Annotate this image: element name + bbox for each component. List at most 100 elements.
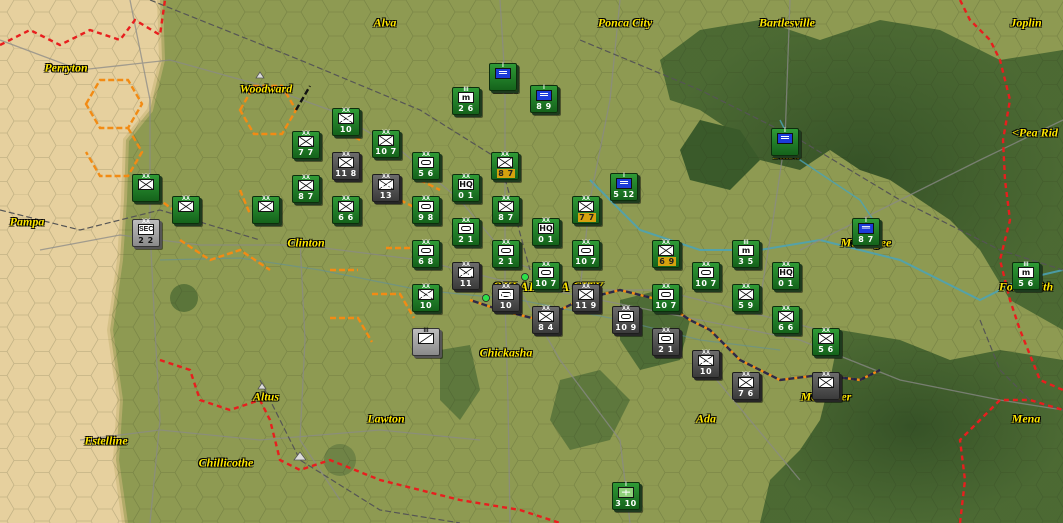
infantry-unit-counter[interactable]: XX xyxy=(132,174,160,202)
armor-unit-icon xyxy=(458,223,474,234)
mechanized-unit-icon: m xyxy=(738,245,754,256)
infantry-unit-counter[interactable]: XX 8 7 xyxy=(492,196,520,224)
infantry-unit-counter[interactable]: XX 6 6 xyxy=(332,196,360,224)
armor-unit-icon xyxy=(418,245,434,256)
infantry-unit-counter[interactable]: XX 8 7 xyxy=(292,175,320,203)
armor-unit-counter[interactable]: XX 5 6 xyxy=(412,152,440,180)
armor-unit-icon xyxy=(498,245,514,256)
unit-strength: 8 7 xyxy=(497,169,515,178)
infantry-unit-counter[interactable]: XX xyxy=(172,196,200,224)
unit-strength: 7 6 xyxy=(738,389,754,398)
infantry-unit-counter[interactable]: XX 8 7 xyxy=(491,152,519,180)
hq-unit-counter[interactable]: XX HQ 0 1 xyxy=(452,174,480,202)
city-label-clinton: Clinton xyxy=(287,235,325,250)
enemy-infantry-unit-counter[interactable]: XX 12 10 xyxy=(692,350,720,378)
unit-strength: 13 10 xyxy=(499,292,513,310)
enemy-infantry-unit-counter[interactable]: XX 14 11 xyxy=(452,262,480,290)
infantry-unit-icon xyxy=(738,377,754,388)
infantry-unit-icon xyxy=(578,201,594,212)
enemy-infantry-unit-counter[interactable]: XX 16 13 xyxy=(372,174,400,202)
enemy-armor-unit-counter[interactable]: XX 10 9 xyxy=(612,306,640,334)
unit-strength: 8 7 xyxy=(858,235,874,244)
infantry-unit-counter[interactable]: XX 6 6 xyxy=(772,306,800,334)
air-unit-counter[interactable]: I xyxy=(489,63,517,91)
infantry-unit-counter[interactable]: XX xyxy=(252,196,280,224)
unit-strength: 8 9 xyxy=(536,102,552,111)
unit-strength: 13 10 xyxy=(419,292,433,310)
unit-strength: 14 11 xyxy=(459,270,473,288)
air-unit-icon xyxy=(495,68,511,79)
infantry-unit-icon xyxy=(138,179,154,190)
enemy-infantry-unit-counter[interactable]: XX 11 8 xyxy=(332,152,360,180)
air-unit-counter[interactable]: I xyxy=(771,128,799,156)
mechanized-unit-counter[interactable]: III m 3 5 xyxy=(732,240,760,268)
unit-strength: 3 10 xyxy=(615,499,637,508)
strategic-map[interactable]: Alva Ponca City Bartlesville Joplin Perr… xyxy=(0,0,1063,523)
city-label-estelline: Estelline xyxy=(84,433,128,448)
armor-unit-icon xyxy=(418,157,434,168)
air-unit-icon xyxy=(616,178,632,189)
unit-strength: 0 1 xyxy=(778,279,794,288)
air-unit-icon xyxy=(777,133,793,144)
city-label-lawton: Lawton xyxy=(367,411,405,426)
unit-strength: 10 7 xyxy=(695,279,717,288)
infantry-unit-counter[interactable]: I8 7 xyxy=(852,218,880,246)
infantry-unit-counter[interactable]: XX 5 9 xyxy=(732,284,760,312)
infantry-unit-icon xyxy=(738,289,754,300)
infantry-unit-icon xyxy=(778,311,794,322)
infantry-unit-icon xyxy=(818,333,834,344)
unit-strength: 12 10 xyxy=(339,116,353,134)
enemy-infantry-unit-counter[interactable]: XX 8 4 xyxy=(532,306,560,334)
armor-unit-counter[interactable]: XX 6 8 xyxy=(412,240,440,268)
city-label-pampa: Pampa xyxy=(9,214,45,229)
unit-strength: 11 8 xyxy=(335,169,357,178)
hq-unit-counter[interactable]: XX HQ 0 1 xyxy=(772,262,800,290)
unit-strength: 10 7 xyxy=(575,257,597,266)
armor-unit-counter[interactable]: XX 2 1 xyxy=(452,218,480,246)
infantry-unit-counter[interactable]: XX 7 7 xyxy=(292,131,320,159)
infantry-unit-counter[interactable]: XX 5 6 xyxy=(812,328,840,356)
air-unit-counter[interactable]: I8 9 xyxy=(530,85,558,113)
enemy-armor-unit-counter[interactable]: XX 2 1 xyxy=(652,328,680,356)
armor-unit-counter[interactable]: XX 10 7 xyxy=(692,262,720,290)
artillery-unit-counter[interactable]: III xyxy=(412,328,440,356)
unit-strength: 10 7 xyxy=(375,147,397,156)
armor-unit-counter[interactable]: XX 10 7 xyxy=(652,284,680,312)
armor-unit-counter[interactable]: III m 2 6 xyxy=(452,87,480,115)
artillery-unit-icon xyxy=(418,333,434,344)
armor-unit-counter[interactable]: XX 10 7 xyxy=(532,262,560,290)
infantry-unit-counter[interactable]: XX 12 10 xyxy=(332,108,360,136)
terrain-layer xyxy=(0,0,1063,523)
enemy-infantry-unit-counter[interactable]: XX 7 6 xyxy=(732,372,760,400)
enemy-armor-unit-counter[interactable]: XX 13 10 xyxy=(492,284,520,312)
armor-unit-counter[interactable]: XX 2 1 xyxy=(492,240,520,268)
city-label-ponca-city: Ponca City xyxy=(597,15,653,30)
air-unit-icon xyxy=(618,487,634,498)
enemy-infantry-unit-counter[interactable]: XX 11 9 xyxy=(572,284,600,312)
unit-strength: 6 9 xyxy=(658,257,676,266)
air-unit-counter[interactable]: I3 10 xyxy=(612,482,640,510)
enemy-infantry-unit-counter[interactable]: XX xyxy=(812,372,840,400)
air-unit-counter[interactable]: I5 12 xyxy=(610,173,638,201)
unit-strength: 5 6 xyxy=(818,345,834,354)
security-unit-counter[interactable]: XX SEC 2 2 xyxy=(132,219,160,247)
armor-unit-icon xyxy=(618,311,634,322)
infantry-unit-counter[interactable]: XX 7 7 xyxy=(572,196,600,224)
city-label-ada: Ada xyxy=(695,411,717,426)
hq-unit-counter[interactable]: XX HQ 0 1 xyxy=(532,218,560,246)
unit-strength: 10 9 xyxy=(615,323,637,332)
city-label-pea-ridge: <Pea Rid xyxy=(1012,125,1058,140)
mechanized-unit-icon: m xyxy=(458,92,474,103)
infantry-unit-icon xyxy=(578,289,594,300)
infantry-unit-icon xyxy=(498,201,514,212)
city-label-chickasha: Chickasha xyxy=(479,345,533,360)
mechanized-unit-counter[interactable]: III m 5 6 xyxy=(1012,262,1040,290)
infantry-unit-icon xyxy=(178,201,194,212)
infantry-unit-icon xyxy=(258,201,274,212)
infantry-unit-counter[interactable]: XX 6 9 xyxy=(652,240,680,268)
infantry-unit-counter[interactable]: XX 10 7 xyxy=(372,130,400,158)
infantry-unit-counter[interactable]: XX 13 10 xyxy=(412,284,440,312)
armor-unit-counter[interactable]: XX 10 7 xyxy=(572,240,600,268)
armor-unit-counter[interactable]: XX 9 8 xyxy=(412,196,440,224)
unit-strength: 2 2 xyxy=(138,236,154,245)
